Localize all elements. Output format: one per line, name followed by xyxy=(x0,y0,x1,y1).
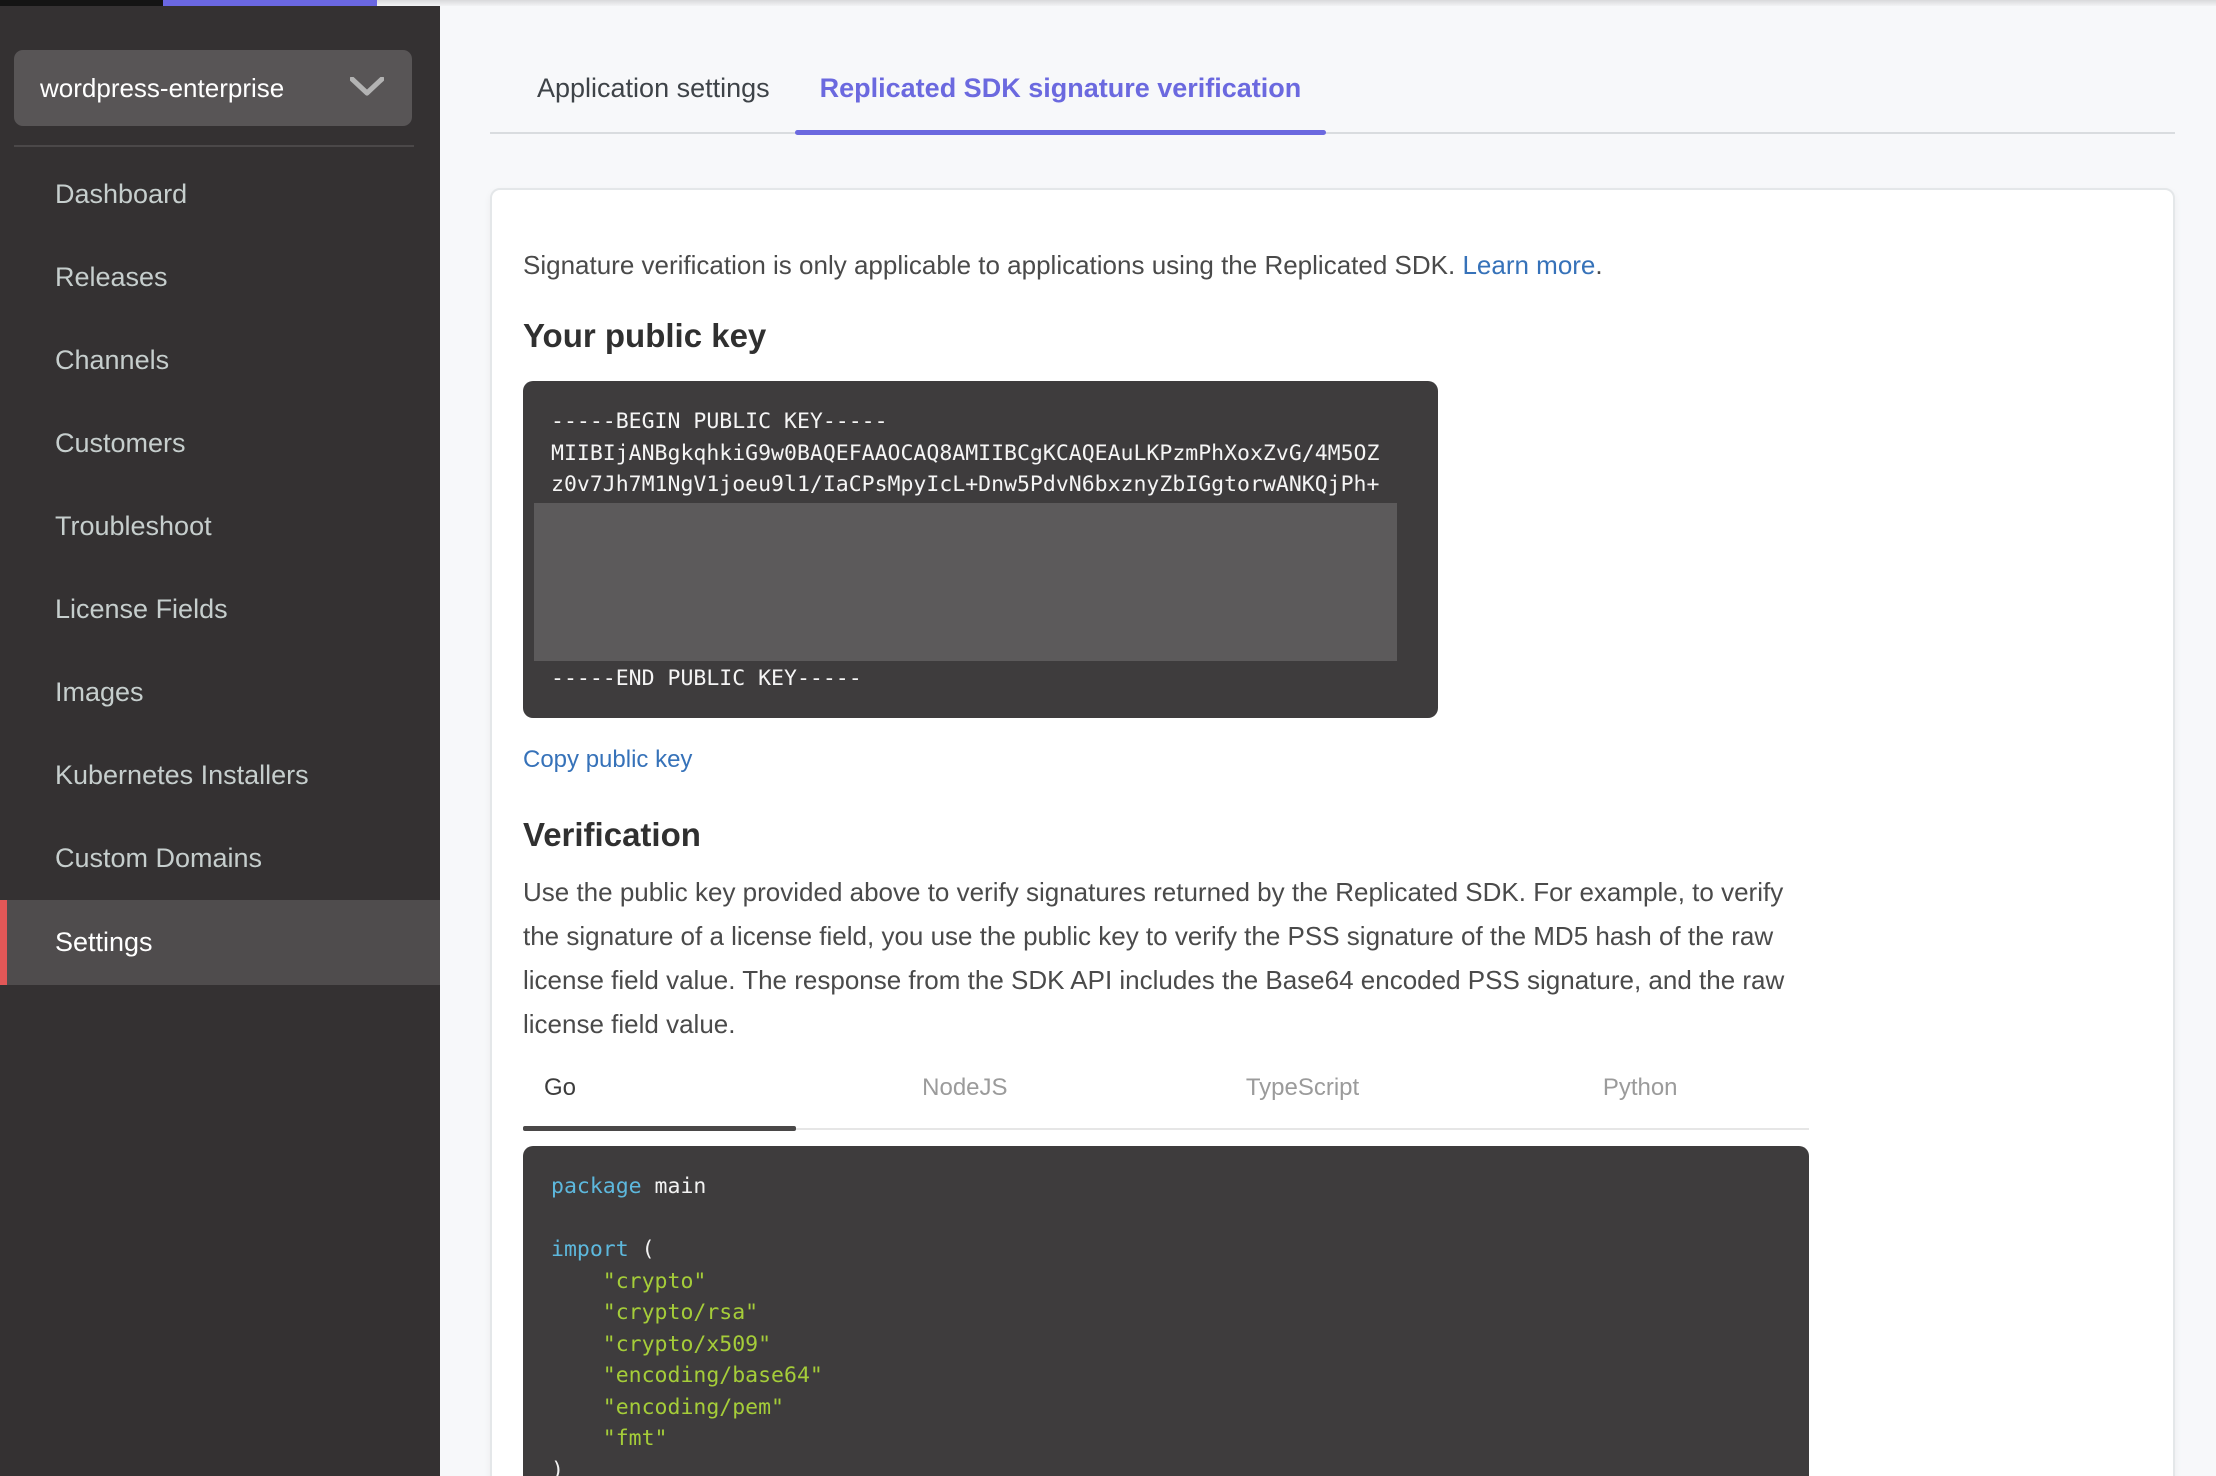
top-strip-black-segment xyxy=(0,0,163,6)
intro-text-before: Signature verification is only applicabl… xyxy=(523,250,1463,280)
code-token: main xyxy=(641,1174,707,1199)
code-token: "encoding/pem" xyxy=(551,1394,784,1420)
sidebar-item-kubernetes-installers[interactable]: Kubernetes Installers xyxy=(0,734,440,817)
tab-typescript[interactable]: TypeScript xyxy=(1134,1074,1472,1128)
sidebar-item-settings[interactable]: Settings xyxy=(0,900,440,985)
tab-go[interactable]: Go xyxy=(523,1074,796,1131)
settings-tabbar: Application settings Replicated SDK sign… xyxy=(490,6,2175,135)
vendor-portal-page: wordpress-enterprise Dashboard Releases … xyxy=(0,0,2216,1476)
intro-text: Signature verification is only applicabl… xyxy=(523,247,2173,283)
main-content: Application settings Replicated SDK sign… xyxy=(440,6,2216,1476)
code-line: "crypto" xyxy=(551,1266,1781,1298)
sidebar-divider xyxy=(14,145,414,147)
signature-verification-card: Signature verification is only applicabl… xyxy=(490,188,2175,1476)
public-key-end-line: -----END PUBLIC KEY----- xyxy=(551,665,862,691)
language-tabbar: Go NodeJS TypeScript Python xyxy=(523,1074,1809,1131)
public-key-line: MIIBIjANBgkqhkiG9w0BAQEFAAOCAQ8AMIIBCgKC… xyxy=(551,440,1380,466)
code-line: import ( xyxy=(551,1234,1781,1266)
learn-more-link[interactable]: Learn more xyxy=(1462,250,1595,280)
top-strip-purple-segment xyxy=(163,0,377,6)
code-token: "crypto" xyxy=(551,1268,707,1294)
code-token: package xyxy=(551,1174,642,1199)
code-line: package main xyxy=(551,1171,1781,1203)
tab-application-settings[interactable]: Application settings xyxy=(512,73,795,132)
sidebar-item-releases[interactable]: Releases xyxy=(0,236,440,319)
app-selector-dropdown[interactable]: wordpress-enterprise xyxy=(14,50,412,126)
chevron-down-icon xyxy=(349,73,385,104)
sidebar-item-dashboard[interactable]: Dashboard xyxy=(0,153,440,236)
redacted-key-region xyxy=(534,502,1397,661)
public-key-line: -----BEGIN PUBLIC KEY----- xyxy=(551,409,888,434)
verification-heading: Verification xyxy=(523,816,701,853)
public-key-heading: Your public key xyxy=(523,317,767,354)
sidebar-nav: Dashboard Releases Channels Customers Tr… xyxy=(0,153,440,985)
top-edge-strip xyxy=(0,0,2216,6)
code-token: "fmt" xyxy=(551,1426,668,1451)
intro-text-after: . xyxy=(1595,250,1603,280)
code-line: "fmt" xyxy=(551,1423,1781,1455)
public-key-line: z0v7Jh7M1NgV1joeu9l1/IaCPsMpyIcL+Dnw5Pdv… xyxy=(551,472,1380,497)
sidebar-item-channels[interactable]: Channels xyxy=(0,319,440,402)
sidebar-item-troubleshoot[interactable]: Troubleshoot xyxy=(0,485,440,568)
copy-public-key-link[interactable]: Copy public key xyxy=(523,746,692,774)
code-token: ) xyxy=(551,1457,564,1476)
tab-nodejs[interactable]: NodeJS xyxy=(796,1074,1134,1128)
sidebar-item-custom-domains[interactable]: Custom Domains xyxy=(0,817,440,900)
code-token: import xyxy=(551,1237,629,1262)
tab-replicated-sdk-signature-verification[interactable]: Replicated SDK signature verification xyxy=(794,73,1327,135)
code-line: ) xyxy=(551,1455,1781,1476)
sidebar: wordpress-enterprise Dashboard Releases … xyxy=(0,6,440,1476)
verification-description: Use the public key provided above to ver… xyxy=(523,877,1785,1039)
code-line: "encoding/pem" xyxy=(551,1392,1781,1424)
app-selector-value: wordpress-enterprise xyxy=(40,72,285,103)
code-line: "encoding/base64" xyxy=(551,1360,1781,1392)
public-key-block: -----BEGIN PUBLIC KEY----- MIIBIjANBgkqh… xyxy=(523,381,1438,718)
code-token: "crypto/rsa" xyxy=(551,1300,759,1325)
code-token: "crypto/x509" xyxy=(551,1331,772,1357)
go-code-block: package main import ( "crypto" "crypto/r… xyxy=(523,1146,1809,1476)
code-line: "crypto/x509" xyxy=(551,1329,1781,1361)
code-token: "encoding/base64" xyxy=(551,1363,823,1388)
sidebar-item-license-fields[interactable]: License Fields xyxy=(0,568,440,651)
sidebar-item-images[interactable]: Images xyxy=(0,651,440,734)
code-line: "crypto/rsa" xyxy=(551,1297,1781,1329)
sidebar-item-customers[interactable]: Customers xyxy=(0,402,440,485)
code-token: ( xyxy=(628,1237,655,1262)
tab-python[interactable]: Python xyxy=(1471,1074,1809,1128)
